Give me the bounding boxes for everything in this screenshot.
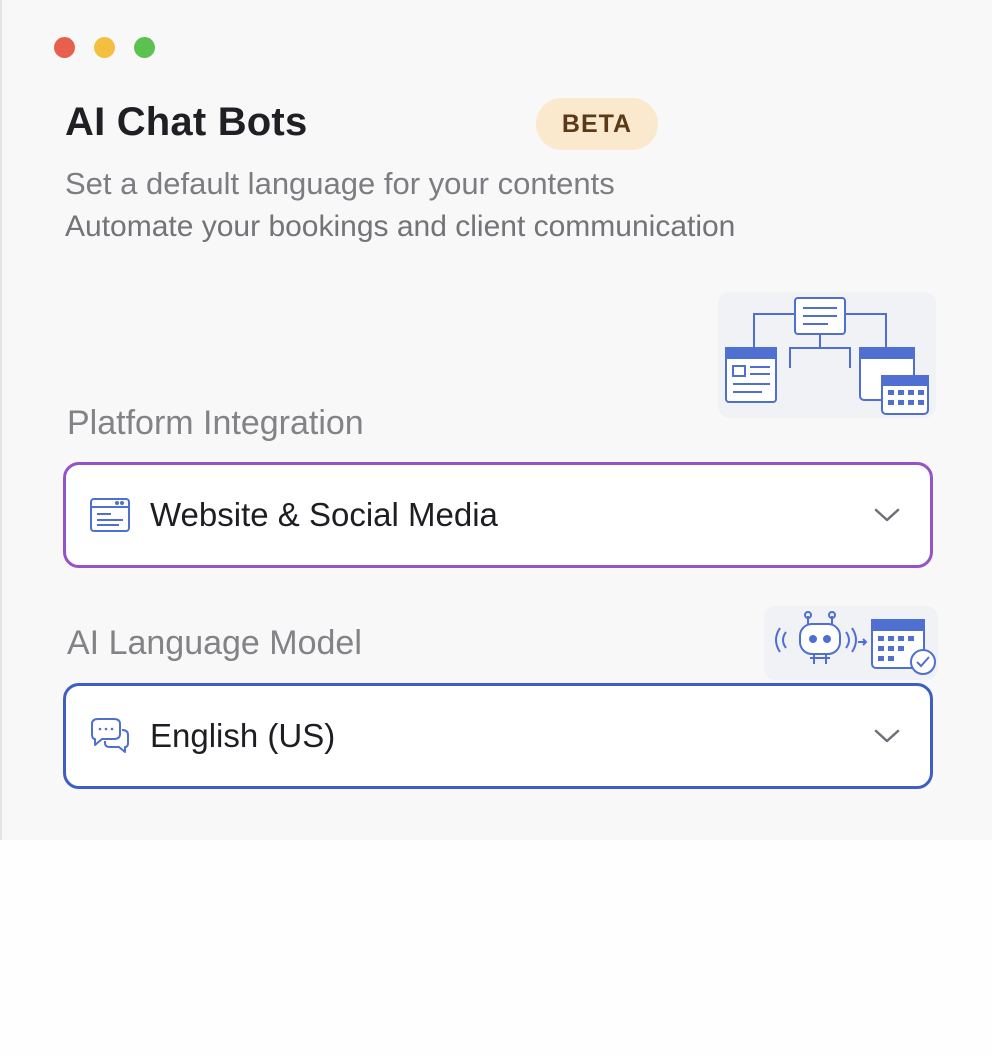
platform-selected-value: Website & Social Media: [150, 496, 498, 533]
browser-window-icon: [88, 493, 132, 537]
website-calendar-flow-illustration: [718, 292, 936, 418]
window-controls: [54, 37, 155, 58]
platform-integration-label: Platform Integration: [67, 404, 364, 442]
minimize-window-button[interactable]: [94, 37, 115, 58]
chevron-down-icon[interactable]: [872, 500, 902, 530]
page-title: AI Chat Bots: [65, 100, 308, 144]
close-window-button[interactable]: [54, 37, 75, 58]
ai-language-model-select[interactable]: English (US): [63, 683, 933, 789]
beta-badge: BETA: [536, 98, 658, 150]
robot-calendar-illustration: [764, 606, 938, 680]
ai-language-model-label: AI Language Model: [67, 624, 362, 662]
app-window: AI Chat Bots BETA Set a default language…: [0, 0, 992, 840]
platform-integration-select[interactable]: Website & Social Media: [63, 462, 933, 568]
model-selected-value: English (US): [150, 717, 336, 754]
chat-bubbles-icon: [88, 714, 132, 758]
page-subtitle: Set a default language for your contents: [65, 166, 615, 201]
zoom-window-button[interactable]: [134, 37, 155, 58]
chevron-down-icon[interactable]: [872, 721, 902, 751]
page-description: Automate your bookings and client commun…: [65, 210, 736, 243]
